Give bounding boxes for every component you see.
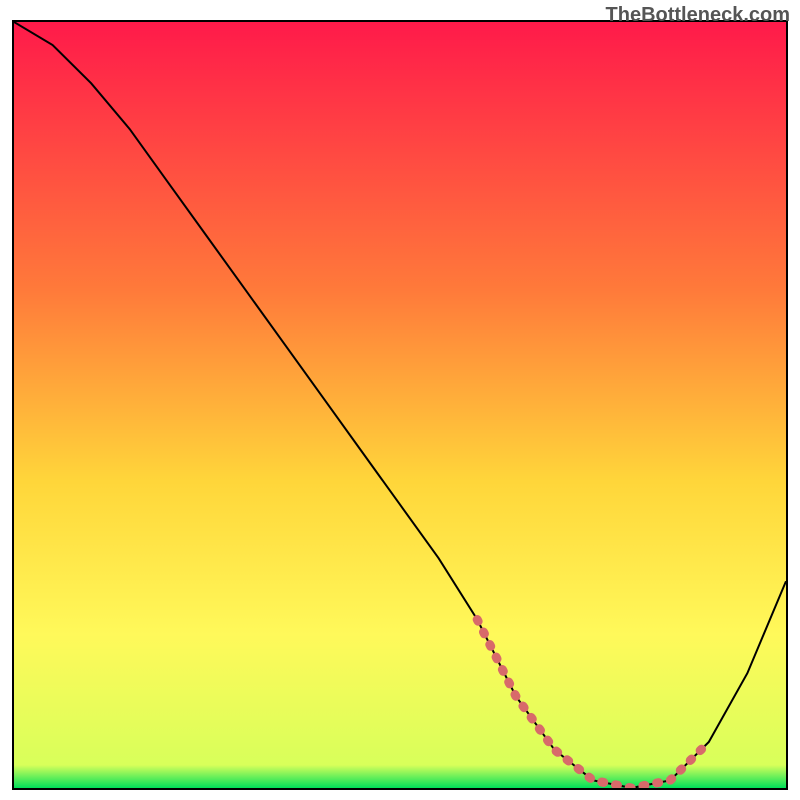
gradient-background [14, 22, 786, 788]
watermark-text: TheBottleneck.com [606, 4, 790, 27]
chart-svg [14, 22, 786, 788]
bottleneck-chart [12, 20, 788, 790]
